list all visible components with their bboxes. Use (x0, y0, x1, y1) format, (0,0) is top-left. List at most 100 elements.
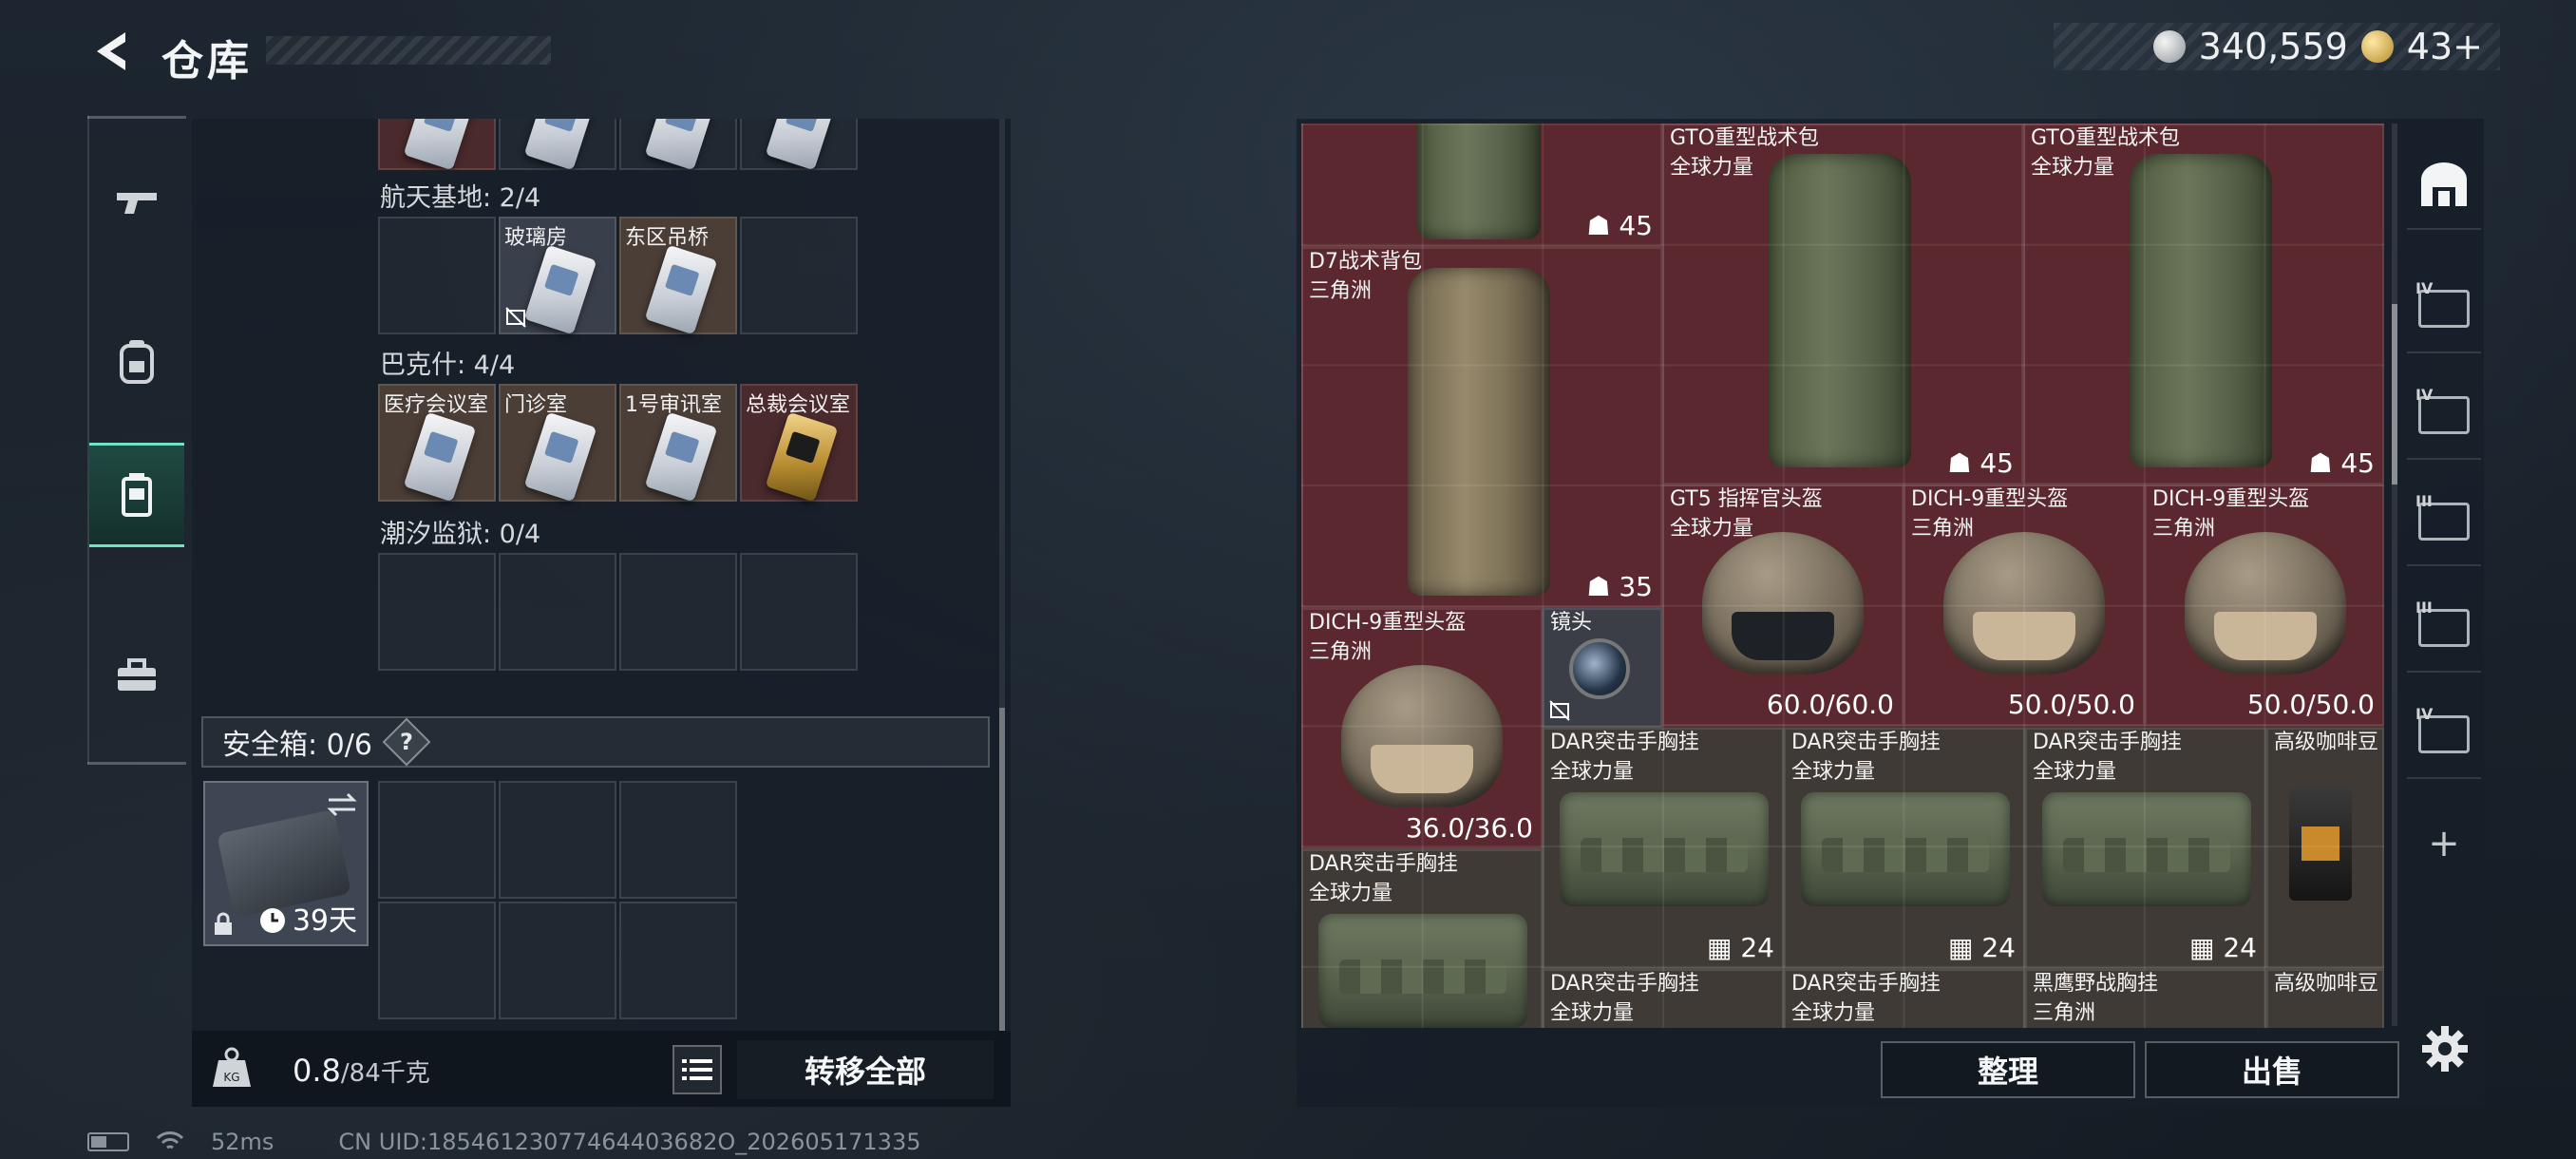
item-faction: 三角洲 (1309, 640, 1373, 664)
add-case-button[interactable]: + (2407, 800, 2481, 887)
settings-gear-icon[interactable] (2420, 1024, 2470, 1074)
tab-weapons[interactable] (89, 152, 184, 256)
weight-current: 0.8 (293, 1053, 341, 1089)
case-icon: IV (2415, 279, 2470, 328)
section-label: 巴克什: 4/4 (380, 351, 516, 380)
sort-button[interactable]: 整理 (1881, 1041, 2135, 1098)
transfer-all-button[interactable]: 转移全部 (737, 1040, 994, 1099)
tab-equipment[interactable] (89, 309, 184, 413)
key-name: 门诊室 (504, 393, 568, 417)
stash-item-dich-helmet[interactable]: DICH-9重型头盔 三角洲 36.0/36.0 (1301, 608, 1543, 849)
stash-item-dar-vest[interactable]: DAR突击手胸挂 全球力量 (1301, 849, 1543, 1028)
stash-item-d7-backpack[interactable]: D7战术背包 三角洲 ☗ 35 (1301, 247, 1662, 608)
vest-image (2042, 792, 2251, 906)
safe-slot[interactable] (619, 781, 737, 899)
safe-box-label: 安全箱: 0/6 (222, 729, 372, 762)
key-name: 东区吊桥 (625, 226, 710, 250)
tab-case[interactable]: IV (2407, 266, 2481, 353)
item-durability: 50.0/50.0 (2007, 689, 2135, 720)
key-slot-empty[interactable] (378, 217, 496, 334)
back-button[interactable] (87, 27, 137, 76)
safe-slot[interactable] (378, 781, 496, 899)
section-label: 航天基地: 2/4 (380, 183, 541, 213)
key-slot[interactable]: 门诊室 (499, 384, 616, 503)
left-scroll-thumb[interactable] (999, 708, 1005, 1031)
key-slot-empty[interactable] (740, 217, 858, 334)
plus-icon: + (2428, 822, 2460, 865)
safe-slot[interactable] (619, 902, 737, 1019)
gold-amount[interactable]: 43+ (2407, 26, 2483, 67)
help-icon[interactable]: ? (382, 717, 431, 767)
item-capacity: ☗ 45 (1947, 447, 2014, 479)
key-slot[interactable] (740, 119, 858, 170)
key-slot-empty[interactable] (740, 553, 858, 671)
key-name: 医疗会议室 (384, 393, 489, 417)
item-faction: 全球力量 (1670, 156, 1754, 180)
key-slot-empty[interactable] (499, 553, 616, 671)
tab-main-stash[interactable] (2407, 142, 2481, 230)
key-name: 总裁会议室 (746, 393, 851, 417)
stash-item-backpack[interactable]: ☗ 45 (1301, 124, 1662, 247)
list-view-button[interactable] (672, 1045, 722, 1094)
key-slot[interactable]: 玻璃房 (499, 217, 616, 335)
stash-item-dar-vest[interactable]: DAR突击手胸挂 全球力量 ▦ 24 (1784, 728, 2025, 969)
keycard-icon (403, 119, 477, 170)
item-faction: 三角洲 (2033, 1001, 2096, 1025)
tab-case[interactable]: III (2407, 479, 2481, 566)
weight-max: /84千克 (340, 1059, 430, 1088)
stash-item-eagle-vest[interactable]: 黑鹰野战胸挂 三角洲 (2025, 969, 2266, 1028)
key-slot[interactable] (619, 119, 737, 170)
vest-image (1318, 914, 1527, 1028)
stash-item-dar-vest[interactable]: DAR突击手胸挂 全球力量 (1784, 969, 2025, 1028)
sell-button[interactable]: 出售 (2145, 1041, 2399, 1098)
stash-item-dich-helmet[interactable]: DICH-9重型头盔 三角洲 50.0/50.0 (1904, 484, 2145, 726)
stash-item-coffee[interactable]: 高级咖啡豆 (2266, 728, 2384, 969)
tab-case[interactable]: IV (2407, 692, 2481, 779)
item-capacity: ▦ 24 (2189, 932, 2257, 963)
case-icon: IV (2415, 386, 2470, 434)
safe-slot[interactable] (378, 902, 496, 1019)
swap-icon[interactable] (325, 790, 359, 819)
stash-item-dich-helmet[interactable]: DICH-9重型头盔 三角洲 50.0/50.0 (2145, 484, 2384, 726)
key-slot-empty[interactable] (619, 553, 737, 671)
key-slot[interactable] (378, 119, 496, 170)
stash-item-lens[interactable]: 镜头 (1543, 608, 1662, 728)
stash-item-dar-vest[interactable]: DAR突击手胸挂 全球力量 (1543, 969, 1784, 1028)
item-capacity: ▦ 24 (1948, 932, 2016, 963)
key-slot[interactable]: 1号审讯室 (619, 384, 737, 503)
case-icon: IV (2415, 705, 2470, 753)
item-capacity: ☗ 35 (1586, 571, 1653, 602)
item-name: GTO重型战术包 (2031, 126, 2181, 150)
stash-grid: ☗ 45 GTO重型战术包 全球力量 ☗ 45 GTO重型战术包 全球力量 ☗ … (1301, 124, 2384, 1028)
safe-slot[interactable] (499, 781, 616, 899)
key-slot[interactable]: 总裁会议室 (740, 384, 858, 503)
helmet-image (1702, 532, 1864, 674)
backpack-image (1417, 124, 1541, 239)
key-slot-empty[interactable] (378, 553, 496, 671)
tab-case[interactable]: III (2407, 585, 2481, 673)
rail-divider (87, 116, 186, 119)
tab-misc[interactable] (89, 623, 184, 728)
stash-item-gt5-helmet[interactable]: GT5 指挥官头盔 全球力量 60.0/60.0 (1662, 484, 1904, 726)
key-slot[interactable]: 医疗会议室 (378, 384, 496, 503)
stash-item-coffee[interactable]: 高级咖啡豆 (2266, 969, 2384, 1028)
uid-text: CN UID:18546123077464403682O_20260517133… (338, 1129, 921, 1155)
svg-text:KG: KG (223, 1071, 239, 1084)
key-slot[interactable] (499, 119, 616, 170)
page-title: 仓库 (161, 37, 253, 86)
safe-slot[interactable] (499, 902, 616, 1019)
safe-case-item[interactable]: 39天 (203, 781, 369, 946)
stash-item-dar-vest[interactable]: DAR突击手胸挂 全球力量 ▦ 24 (2025, 728, 2266, 969)
case-icon: III (2415, 598, 2470, 647)
tab-keys[interactable] (89, 443, 184, 547)
stash-scroll-thumb[interactable] (2392, 304, 2397, 484)
stash-item-gto-backpack[interactable]: GTO重型战术包 全球力量 ☗ 45 (2023, 124, 2384, 484)
stash-item-gto-backpack[interactable]: GTO重型战术包 全球力量 ☗ 45 (1662, 124, 2023, 484)
stash-scrollbar[interactable] (2392, 124, 2397, 1026)
stash-item-dar-vest[interactable]: DAR突击手胸挂 全球力量 ▦ 24 (1543, 728, 1784, 969)
item-durability: 60.0/60.0 (1766, 689, 1894, 720)
item-faction: 三角洲 (2152, 517, 2216, 541)
key-slot[interactable]: 东区吊桥 (619, 217, 737, 335)
helmet-image (1341, 665, 1503, 808)
tab-case[interactable]: IV (2407, 372, 2481, 460)
